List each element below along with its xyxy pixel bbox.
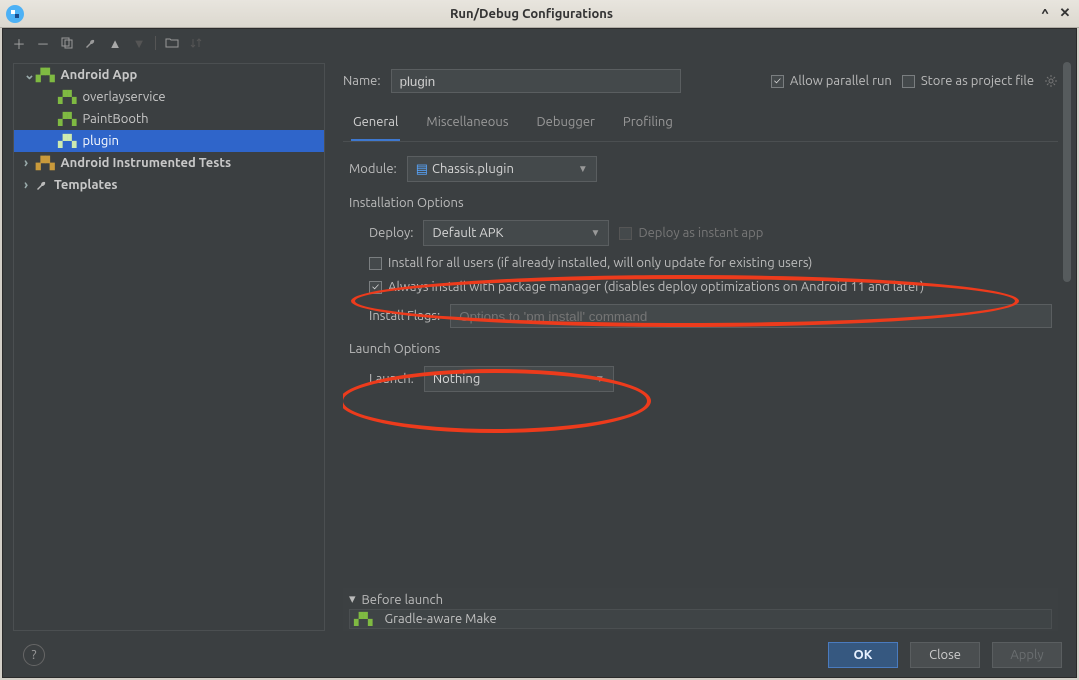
chevron-down-icon: ▼ bbox=[595, 373, 605, 385]
scrollbar[interactable] bbox=[1062, 62, 1072, 631]
tab-debugger[interactable]: Debugger bbox=[534, 107, 596, 141]
checkbox-checked-icon bbox=[369, 281, 382, 294]
tree-item-label: plugin bbox=[82, 134, 119, 148]
tree-group-label: Android Instrumented Tests bbox=[60, 156, 231, 170]
deploy-instant-label: Deploy as instant app bbox=[638, 226, 763, 240]
chevron-down-icon: ▼ bbox=[578, 163, 588, 175]
deploy-value: Default APK bbox=[432, 226, 503, 240]
before-launch-section: ▾ Before launch ▞▚ Gradle-aware Make bbox=[343, 587, 1058, 631]
checkbox-icon bbox=[369, 257, 382, 270]
remove-icon[interactable]: － bbox=[35, 35, 51, 51]
installation-options: Installation Options Deploy: Default APK… bbox=[349, 196, 1052, 328]
folder-icon[interactable] bbox=[164, 35, 180, 51]
chevron-right-icon: › bbox=[24, 178, 36, 192]
android-icon: ▞▚ bbox=[58, 134, 76, 148]
install-all-users-checkbox[interactable]: Install for all users (if already instal… bbox=[369, 256, 812, 270]
scrollbar-thumb[interactable] bbox=[1063, 62, 1071, 282]
android-icon: ▞▚ bbox=[58, 90, 76, 104]
install-flags-label: Install Flags: bbox=[369, 309, 440, 323]
before-launch-header[interactable]: ▾ Before launch bbox=[349, 590, 1052, 609]
chevron-down-icon: ▼ bbox=[591, 227, 601, 239]
tree-item-label: PaintBooth bbox=[82, 112, 148, 126]
launch-value: Nothing bbox=[433, 372, 480, 386]
deploy-instant-checkbox[interactable]: Deploy as instant app bbox=[619, 226, 763, 240]
module-row: Module: ▤ Chassis.plugin ▼ bbox=[349, 156, 1052, 182]
ok-button[interactable]: OK bbox=[828, 642, 898, 668]
store-project-checkbox[interactable]: Store as project file bbox=[902, 74, 1034, 88]
tree-toolbar: ＋ － ▲ ▼ bbox=[3, 29, 1076, 57]
separator bbox=[155, 36, 156, 50]
copy-icon[interactable] bbox=[59, 35, 75, 51]
before-launch-item-label: Gradle-aware Make bbox=[384, 612, 496, 626]
apply-button[interactable]: Apply bbox=[992, 642, 1062, 668]
tree-item-label: overlayservice bbox=[82, 90, 165, 104]
tree-group-android-app[interactable]: ⌄ ▞▚ Android App bbox=[14, 64, 324, 86]
wrench-icon[interactable] bbox=[83, 35, 99, 51]
minimize-icon[interactable]: ^ bbox=[1037, 6, 1053, 22]
window-titlebar: Run/Debug Configurations ^ ✕ bbox=[0, 0, 1079, 28]
tree-group-templates[interactable]: › Templates bbox=[14, 174, 324, 196]
android-icon: ▞▚ bbox=[354, 612, 372, 626]
launch-options: Launch Options Launch: Nothing ▼ bbox=[349, 342, 1052, 392]
tree-item-paintbooth[interactable]: ▞▚ PaintBooth bbox=[14, 108, 324, 130]
checkbox-checked-icon bbox=[771, 75, 784, 88]
tree-group-label: Android App bbox=[60, 68, 137, 82]
tree-item-plugin[interactable]: ▞▚ plugin bbox=[14, 130, 324, 152]
android-tests-icon: ▞▚ bbox=[36, 156, 54, 170]
allow-parallel-label: Allow parallel run bbox=[790, 74, 892, 88]
module-combo[interactable]: ▤ Chassis.plugin ▼ bbox=[407, 156, 597, 182]
tree-item-overlayservice[interactable]: ▞▚ overlayservice bbox=[14, 86, 324, 108]
module-label: Module: bbox=[349, 162, 397, 176]
before-launch-title: Before launch bbox=[362, 593, 443, 607]
android-icon: ▞▚ bbox=[36, 68, 54, 82]
tabs: General Miscellaneous Debugger Profiling bbox=[343, 107, 1058, 142]
name-row: Name: Allow parallel run Store as projec… bbox=[343, 67, 1058, 95]
launch-combo[interactable]: Nothing ▼ bbox=[424, 366, 614, 392]
wrench-icon bbox=[36, 179, 48, 191]
checkbox-icon bbox=[619, 227, 632, 240]
install-all-users-label: Install for all users (if already instal… bbox=[388, 256, 812, 270]
tab-general[interactable]: General bbox=[351, 107, 400, 141]
chevron-down-icon: ▾ bbox=[349, 592, 356, 607]
deploy-combo[interactable]: Default APK ▼ bbox=[423, 220, 609, 246]
section-title: Installation Options bbox=[349, 196, 1052, 210]
move-up-icon[interactable]: ▲ bbox=[107, 35, 123, 51]
chevron-down-icon: ⌄ bbox=[24, 68, 36, 83]
config-tree: ⌄ ▞▚ Android App ▞▚ overlayservice ▞▚ Pa… bbox=[13, 63, 325, 631]
name-label: Name: bbox=[343, 74, 381, 88]
dialog-footer: ? OK Close Apply bbox=[3, 633, 1076, 677]
gear-icon[interactable] bbox=[1044, 74, 1058, 88]
before-launch-item[interactable]: ▞▚ Gradle-aware Make bbox=[349, 609, 1052, 629]
allow-parallel-checkbox[interactable]: Allow parallel run bbox=[771, 74, 892, 88]
tree-group-instrumented[interactable]: › ▞▚ Android Instrumented Tests bbox=[14, 152, 324, 174]
install-pkg-mgr-checkbox[interactable]: Always install with package manager (dis… bbox=[369, 280, 924, 294]
close-button[interactable]: Close bbox=[910, 642, 980, 668]
move-down-icon[interactable]: ▼ bbox=[131, 35, 147, 51]
sort-icon[interactable] bbox=[188, 35, 204, 51]
tab-profiling[interactable]: Profiling bbox=[621, 107, 675, 141]
deploy-label: Deploy: bbox=[369, 226, 413, 240]
module-icon: ▤ bbox=[416, 162, 428, 176]
store-project-label: Store as project file bbox=[921, 74, 1034, 88]
module-value: Chassis.plugin bbox=[432, 162, 514, 176]
dialog-body: ＋ － ▲ ▼ Name: Allow parallel run Store a… bbox=[2, 28, 1077, 678]
launch-label: Launch: bbox=[369, 372, 414, 386]
right-panel: General Miscellaneous Debugger Profiling… bbox=[343, 107, 1058, 631]
chevron-right-icon: › bbox=[24, 156, 36, 170]
tree-group-label: Templates bbox=[54, 178, 118, 192]
help-icon[interactable]: ? bbox=[23, 644, 45, 666]
name-input[interactable] bbox=[391, 69, 681, 93]
add-icon[interactable]: ＋ bbox=[11, 35, 27, 51]
android-icon: ▞▚ bbox=[58, 112, 76, 126]
app-icon bbox=[6, 5, 24, 23]
section-title: Launch Options bbox=[349, 342, 1052, 356]
window-title: Run/Debug Configurations bbox=[30, 7, 1033, 21]
close-window-icon[interactable]: ✕ bbox=[1057, 6, 1073, 22]
checkbox-icon bbox=[902, 75, 915, 88]
tab-miscellaneous[interactable]: Miscellaneous bbox=[424, 107, 510, 141]
install-pkg-mgr-label: Always install with package manager (dis… bbox=[388, 280, 924, 294]
install-flags-input[interactable] bbox=[450, 304, 1052, 328]
